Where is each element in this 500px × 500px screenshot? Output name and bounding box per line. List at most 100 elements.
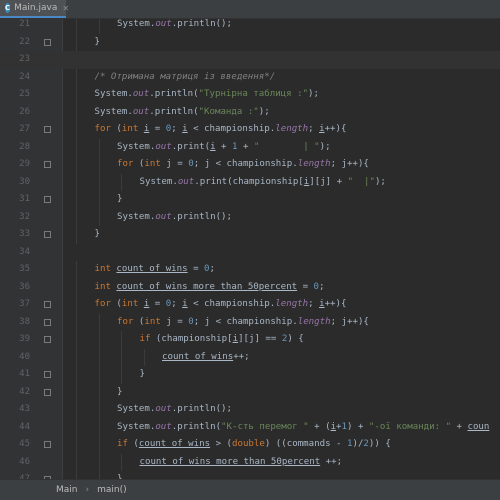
indent-guide [76,278,77,296]
code-text: count_of_wins_more_than_50percent ++; [140,454,343,472]
code-token: ( [110,124,122,134]
code-line[interactable]: 39 if (championship[i][j] == 2) { [0,331,500,349]
code-token: System. [117,141,156,152]
indent-guide [76,226,77,244]
indent-guide [121,366,122,384]
line-number: 44 [19,421,30,432]
code-token: + [215,141,233,152]
fold-marker-icon[interactable] [44,388,51,396]
code-line[interactable]: 43 System.out.println(); [0,401,500,419]
code-token: ; [171,124,183,134]
fold-marker-icon[interactable] [44,336,51,343]
code-token: = [187,264,205,274]
code-token: " |" [347,176,375,187]
code-token: count_of_wins_more_than_50percent [139,456,321,467]
code-line[interactable]: 22} [0,33,500,51]
code-text: System.out.println("Команда :"); [95,104,270,122]
code-line[interactable]: 25 System.out.println("Турнірна таблиця :… [0,86,500,104]
fold-marker-icon[interactable] [44,126,51,133]
code-token: "Команда :" [198,106,259,117]
code-line[interactable]: 33} [0,226,500,244]
code-token: .print( [171,141,211,152]
code-editor[interactable]: 21 System.out.println(); 22} 23 24/* Отриман… [0,19,500,479]
code-token: .print(championship[ [194,176,304,187]
code-text: System.out.print(championship[i][j] + " … [140,174,386,192]
code-text: int count_of_wins_more_than_50percent = … [95,279,325,297]
code-line[interactable]: 41} [0,366,500,384]
code-token: .println(); [171,19,232,29]
fold-marker-icon[interactable] [44,371,51,378]
code-line[interactable]: 46 count_of_wins_more_than_50percent ++; [0,453,500,472]
code-line[interactable]: 34 [0,244,500,262]
indent-guide [98,383,100,401]
breadcrumb-class[interactable]: Main [56,485,78,495]
code-line[interactable]: 26 System.out.println("Команда :"); [0,103,500,122]
code-token: = [149,299,166,309]
indent-guide [76,366,77,384]
code-line[interactable]: 28 System.out.print(i + 1 + " | "); [0,138,500,156]
code-text: System.out.println("К-сть перемог " + (i… [117,419,489,437]
code-token: .println( [171,421,222,432]
code-token: System. [139,176,178,187]
indent-guide [98,173,100,191]
code-line[interactable]: 23 [0,51,500,69]
line-number: 29 [19,159,30,169]
code-token: for [94,299,111,309]
code-token: ][j] == [238,334,282,344]
fold-marker-icon[interactable] [44,161,51,168]
code-token: length [297,316,331,327]
close-icon[interactable]: ✕ [62,4,69,13]
code-token: ][j] + [309,176,348,187]
code-token: } [139,369,145,379]
indent-guide [98,348,100,366]
editor-tab-bar: C Main.java ✕ [0,0,500,19]
fold-marker-icon[interactable] [44,38,51,46]
code-token: System. [117,421,156,432]
code-line[interactable]: 27 for (int i = 0; i < championship.lengt… [0,121,500,139]
code-line[interactable]: 44 System.out.println("К-сть перемог " + … [0,418,500,437]
code-token: double [232,439,265,449]
code-text: int count_of_wins = 0; [95,261,216,279]
code-token: ++){ [324,299,347,309]
code-line[interactable]: 35 int count_of_wins = 0; [0,261,500,279]
code-line[interactable]: 38 for (int j = 0; j < championship.lengt… [0,313,500,331]
code-line[interactable]: 24 /* Отримана матриця із введення*/ [0,68,500,86]
fold-marker-icon[interactable] [44,318,51,326]
code-token: if [117,439,128,449]
fold-marker-icon[interactable] [44,301,51,308]
java-class-icon: C [5,3,11,13]
code-line[interactable]: 47} [0,471,500,479]
code-line[interactable]: 40 count_of_wins++; [0,348,500,366]
indent-guide [76,436,77,454]
fold-marker-icon[interactable] [44,441,51,448]
code-line[interactable]: 30 System.out.print(championship[i][j] + … [0,173,500,192]
line-number: 28 [19,141,30,152]
code-line[interactable]: 45 if (count_of_wins > (double) ((command… [0,436,500,454]
code-text: System.out.println(); [117,401,232,419]
fold-marker-icon[interactable] [44,231,51,238]
code-line[interactable]: 29 for (int j = 0; j < championship.lengt… [0,156,500,174]
tab-main-java[interactable]: C Main.java ✕ [0,0,69,18]
code-line[interactable]: 37 for (int i = 0; i < championship.lengt… [0,296,500,314]
line-number: 34 [19,246,30,257]
code-line[interactable]: 32 System.out.println(); [0,208,500,226]
fold-marker-icon[interactable] [44,196,51,203]
code-line[interactable]: 36 int count_of_wins_more_than_50percent … [0,278,500,297]
line-number: 40 [19,351,30,362]
code-token: + [451,421,468,432]
code-token: )/ [352,439,364,449]
line-number: 37 [19,299,30,309]
breadcrumb-method[interactable]: main() [97,485,127,495]
code-token: < championship. [187,299,276,309]
code-line[interactable]: 31} [0,191,500,209]
indent-guide [76,313,77,331]
code-token: > ( [210,439,232,449]
code-token: ); [258,106,270,117]
code-line[interactable]: 42} [0,383,500,401]
code-token: length [297,159,331,169]
code-line[interactable]: 21 System.out.println(); [0,19,500,34]
line-number: 22 [19,36,30,47]
code-token: ++){ [324,124,347,134]
code-token: ; [308,299,320,309]
indent-guide [98,313,100,331]
